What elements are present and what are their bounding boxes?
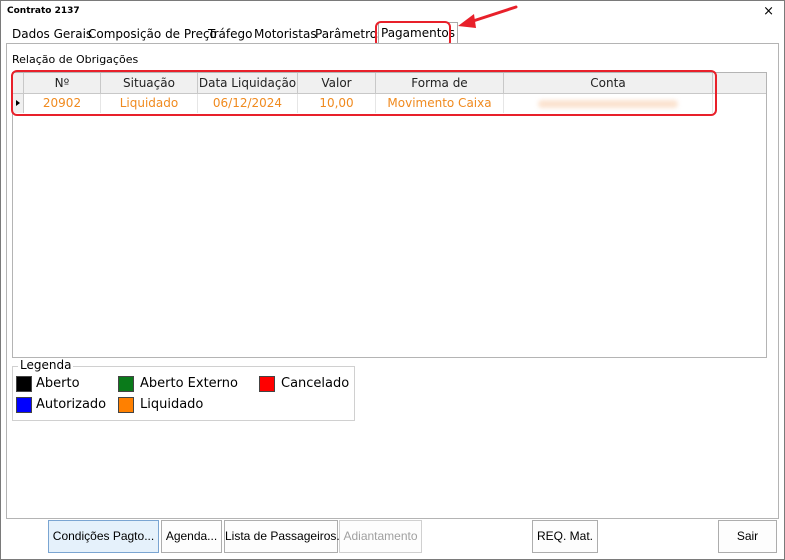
- close-icon[interactable]: ×: [763, 4, 774, 19]
- color-swatch: [16, 376, 32, 392]
- tab-dados-gerais[interactable]: Dados Gerais: [10, 25, 94, 43]
- color-swatch: [118, 397, 134, 413]
- title-bar: Contrato 2137 ×: [1, 1, 784, 23]
- tab-composicao-preco[interactable]: Composição de Preço: [86, 25, 219, 43]
- legend-title: Legenda: [18, 358, 74, 372]
- lista-passageiros-button[interactable]: Lista de Passageiros...: [224, 520, 346, 553]
- agenda-button[interactable]: Agenda...: [161, 520, 222, 553]
- tab-motoristas[interactable]: Motoristas: [252, 25, 319, 43]
- condicoes-pagto-button[interactable]: Condições Pagto...: [48, 520, 159, 553]
- sair-button[interactable]: Sair: [718, 520, 777, 553]
- annotation-arrow-icon: [458, 5, 518, 28]
- legend-box: [12, 366, 355, 421]
- adiantamento-button[interactable]: Adiantamento: [339, 520, 422, 553]
- color-swatch: [16, 397, 32, 413]
- color-swatch: [259, 376, 275, 392]
- req-mat-button[interactable]: REQ. Mat.: [532, 520, 598, 553]
- color-swatch: [118, 376, 134, 392]
- row-highlight-box: [11, 70, 717, 116]
- window-title: Contrato 2137: [7, 6, 80, 16]
- section-label: Relação de Obrigações: [12, 53, 139, 66]
- tab-trafego[interactable]: Tráfego: [206, 25, 254, 43]
